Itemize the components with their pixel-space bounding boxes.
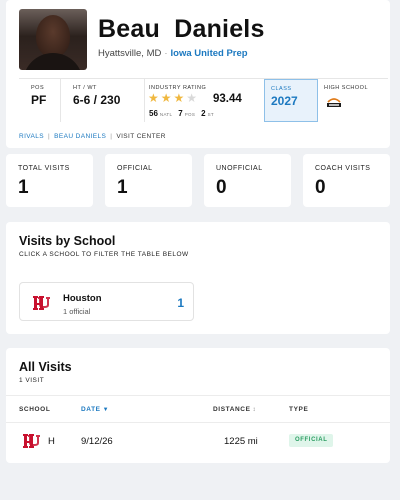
pos-rank: 7 [178, 109, 183, 118]
stat-class-value: 2027 [271, 94, 298, 108]
player-location: Hyattsville, MD · Iowa United Prep [98, 48, 248, 59]
visits-by-school-card: Visits by School CLICK A SCHOOL TO FILTE… [6, 222, 390, 334]
stat-rating-value: 93.44 [213, 93, 242, 105]
column-distance-label: DISTANCE [213, 406, 251, 413]
stars-empty: ★ [186, 91, 200, 105]
player-stats-bar: POS PF HT / WT 6-6 / 230 INDUSTRY RATING… [19, 78, 388, 122]
breadcrumb: RIVALS | BEAU DANIELS | VISIT CENTER [19, 133, 166, 140]
total-visits-label: TOTAL VISITS [18, 165, 70, 172]
breadcrumb-current: VISIT CENTER [116, 133, 166, 140]
school-name: Houston [63, 293, 102, 304]
breadcrumb-separator: | [110, 133, 113, 140]
sort-toggle-icon: ↕ [252, 407, 257, 413]
stat-position-label: POS [31, 85, 45, 91]
player-photo [19, 9, 87, 70]
column-distance-header[interactable]: DISTANCE ↕ [213, 406, 256, 413]
star-rating-icon: ★★★★ [148, 91, 199, 105]
stat-class-label: CLASS [271, 86, 292, 92]
stat-position: POS PF [19, 79, 59, 122]
row-school: H [48, 436, 55, 447]
iowa-united-logo-icon[interactable] [326, 96, 342, 110]
stat-height-weight: HT / WT 6-6 / 230 [60, 79, 144, 122]
stat-industry-rating: INDUSTRY RATING ★★★★ 93.44 56 NATL 7 POS 2 ST [144, 79, 264, 122]
stat-position-value: PF [31, 93, 47, 107]
stat-rankings: 56 NATL 7 POS 2 ST [149, 109, 220, 118]
pos-rank-label: POS [184, 112, 196, 117]
player-school-link[interactable]: Iowa United Prep [171, 48, 248, 59]
player-hometown: Hyattsville, MD [98, 48, 162, 59]
location-separator: · [164, 48, 168, 59]
unofficial-visits-tile: UNOFFICIAL 0 [204, 154, 291, 207]
column-date-header[interactable]: DATE ▼ [81, 406, 109, 413]
school-visit-detail: 1 official [63, 307, 91, 316]
stat-hs-label: HIGH SCHOOL [324, 85, 369, 91]
st-rank-label: ST [207, 112, 214, 117]
all-visits-card: All Visits 1 VISIT SCHOOL DATE ▼ DISTANCE… [6, 348, 390, 463]
natl-rank-label: NATL [159, 112, 173, 117]
visits-by-school-title: Visits by School [19, 234, 116, 248]
uh-logo-icon [23, 434, 40, 448]
st-rank: 2 [201, 109, 206, 118]
breadcrumb-player[interactable]: BEAU DANIELS [54, 133, 106, 140]
player-name: Beau Daniels [98, 15, 265, 43]
player-header-card: Beau Daniels Hyattsville, MD · Iowa United… [6, 0, 390, 148]
stat-high-school[interactable]: HIGH SCHOOL [319, 79, 388, 122]
official-badge: OFFICIAL [289, 434, 334, 447]
column-type-header[interactable]: TYPE [289, 406, 308, 413]
breadcrumb-separator: | [48, 133, 51, 140]
stat-htwt-label: HT / WT [73, 85, 97, 91]
table-row[interactable]: H 9/12/26 1225 mi OFFICIAL [6, 423, 390, 459]
coach-visits-label: COACH VISITS [315, 165, 371, 172]
visits-table-header: SCHOOL DATE ▼ DISTANCE ↕ TYPE [6, 395, 390, 423]
school-filter-houston[interactable]: Houston 1 official 1 [19, 282, 194, 321]
unofficial-visits-value: 0 [216, 177, 227, 198]
coach-visits-value: 0 [315, 177, 326, 198]
official-visits-value: 1 [117, 177, 128, 198]
unofficial-visits-label: UNOFFICIAL [216, 165, 263, 172]
stat-htwt-value: 6-6 / 230 [73, 93, 121, 107]
breadcrumb-rivals[interactable]: RIVALS [19, 133, 44, 140]
column-date-label: DATE [81, 406, 101, 413]
total-visits-tile: TOTAL VISITS 1 [6, 154, 93, 207]
official-visits-tile: OFFICIAL 1 [105, 154, 192, 207]
row-date: 9/12/26 [81, 436, 113, 447]
sort-descending-icon: ▼ [102, 407, 110, 413]
total-visits-value: 1 [18, 177, 29, 198]
official-visits-label: OFFICIAL [117, 165, 153, 172]
stat-class[interactable]: CLASS 2027 [264, 79, 318, 122]
visits-by-school-subtitle: CLICK A SCHOOL TO FILTER THE TABLE BELOW [19, 251, 189, 258]
all-visits-title: All Visits [19, 360, 72, 374]
natl-rank: 56 [149, 109, 158, 118]
school-visit-count: 1 [177, 296, 184, 310]
stars-filled: ★★★ [148, 91, 187, 105]
all-visits-count: 1 VISIT [19, 377, 45, 384]
column-school-header[interactable]: SCHOOL [19, 406, 50, 413]
coach-visits-tile: COACH VISITS 0 [303, 154, 390, 207]
uh-logo-icon [33, 296, 50, 310]
row-distance: 1225 mi [224, 436, 258, 447]
